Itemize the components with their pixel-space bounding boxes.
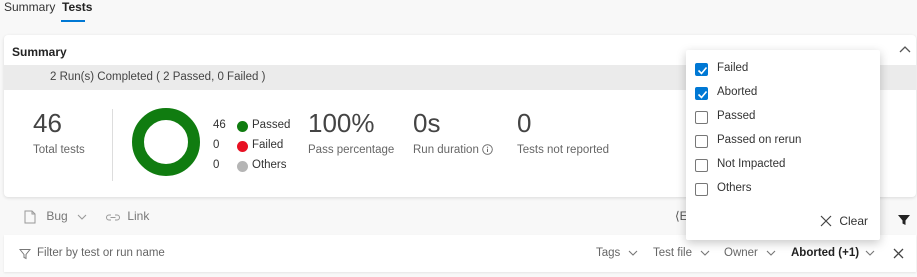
bug-button[interactable]: Bug bbox=[24, 209, 87, 224]
checkbox[interactable] bbox=[695, 63, 708, 76]
filter-funnel-icon[interactable] bbox=[897, 213, 911, 227]
outcome-filter-menu: Failed Aborted Passed Passed on rerun No… bbox=[686, 50, 880, 240]
clear-label: Clear bbox=[839, 213, 869, 228]
tab-bar: Summary Tests bbox=[0, 0, 917, 26]
option-label: Passed bbox=[717, 110, 756, 122]
legend-count: 0 bbox=[213, 159, 220, 171]
run-duration-value: 0s bbox=[413, 108, 441, 138]
option-label: Passed on rerun bbox=[717, 134, 802, 146]
divider bbox=[112, 109, 113, 181]
tags-label: Tags bbox=[596, 247, 621, 259]
legend-label: Others bbox=[252, 159, 287, 171]
owner-label: Owner bbox=[724, 247, 758, 259]
checkbox[interactable] bbox=[695, 183, 708, 196]
pass-percentage-value: 100% bbox=[308, 108, 375, 138]
total-tests-value: 46 bbox=[33, 108, 62, 138]
summary-title: Summary bbox=[12, 45, 67, 59]
clear-button[interactable]: Clear bbox=[820, 213, 868, 228]
owner-dropdown[interactable]: Owner bbox=[724, 247, 776, 259]
option-label: Not Impacted bbox=[717, 158, 786, 170]
close-icon[interactable] bbox=[893, 248, 904, 259]
tags-dropdown[interactable]: Tags bbox=[596, 247, 638, 259]
chevron-down-icon bbox=[865, 250, 875, 256]
option-passed-on-rerun[interactable]: Passed on rerun bbox=[695, 134, 875, 152]
chevron-down-icon bbox=[628, 250, 638, 256]
option-aborted[interactable]: Aborted bbox=[695, 86, 875, 104]
chevron-up-icon[interactable] bbox=[898, 43, 912, 57]
total-tests-label: Total tests bbox=[33, 144, 85, 156]
donut-passed-segment bbox=[132, 108, 200, 176]
chevron-down-icon bbox=[77, 214, 87, 220]
checkmark-icon bbox=[697, 90, 708, 99]
passed-dot-icon bbox=[237, 121, 248, 132]
info-icon[interactable] bbox=[482, 144, 493, 156]
checkbox[interactable] bbox=[695, 111, 708, 124]
option-label: Aborted bbox=[717, 86, 758, 98]
option-others[interactable]: Others bbox=[695, 182, 875, 200]
option-label: Others bbox=[717, 182, 752, 194]
tab-summary[interactable]: Summary bbox=[4, 0, 55, 14]
filter-search-input[interactable]: Filter by test or run name bbox=[37, 247, 165, 259]
run-duration-label-group: Run duration bbox=[413, 144, 493, 156]
link-icon bbox=[106, 214, 120, 221]
checkbox[interactable] bbox=[695, 87, 708, 100]
failed-dot-icon bbox=[237, 141, 248, 152]
link-button[interactable]: Link bbox=[106, 209, 149, 223]
legend-count: 0 bbox=[213, 139, 220, 151]
close-icon bbox=[820, 215, 832, 227]
legend-label: Passed bbox=[252, 119, 291, 131]
legend-label: Failed bbox=[252, 139, 284, 151]
bug-icon bbox=[24, 210, 36, 224]
not-reported-value: 0 bbox=[517, 108, 532, 138]
test-file-label: Test file bbox=[653, 247, 692, 259]
filter-icon bbox=[19, 249, 31, 260]
test-file-dropdown[interactable]: Test file bbox=[653, 247, 710, 259]
option-failed[interactable]: Failed bbox=[695, 62, 875, 80]
outcome-donut-chart bbox=[132, 108, 200, 176]
chevron-down-icon bbox=[700, 250, 710, 256]
option-not-impacted[interactable]: Not Impacted bbox=[695, 158, 875, 176]
checkbox[interactable] bbox=[695, 159, 708, 172]
pass-percentage-label: Pass percentage bbox=[308, 144, 395, 156]
filter-bar: Filter by test or run name Tags Test fil… bbox=[4, 235, 916, 272]
active-tab-indicator bbox=[61, 20, 85, 22]
option-label: Failed bbox=[717, 62, 749, 74]
link-label: Link bbox=[127, 209, 150, 223]
checkmark-icon bbox=[697, 66, 708, 75]
option-passed[interactable]: Passed bbox=[695, 110, 875, 128]
others-dot-icon bbox=[237, 161, 248, 172]
not-reported-label: Tests not reported bbox=[517, 144, 610, 156]
checkbox[interactable] bbox=[695, 135, 708, 148]
chevron-down-icon bbox=[766, 250, 776, 256]
bug-label: Bug bbox=[46, 209, 68, 223]
run-status-text: 2 Run(s) Completed ( 2 Passed, 0 Failed … bbox=[50, 71, 266, 83]
legend-count: 46 bbox=[213, 119, 226, 131]
outcome-dropdown[interactable]: Aborted (+1) bbox=[791, 247, 875, 259]
run-duration-label: Run duration bbox=[413, 144, 479, 156]
outcome-label: Aborted (+1) bbox=[791, 247, 860, 259]
tab-tests[interactable]: Tests bbox=[62, 0, 92, 14]
